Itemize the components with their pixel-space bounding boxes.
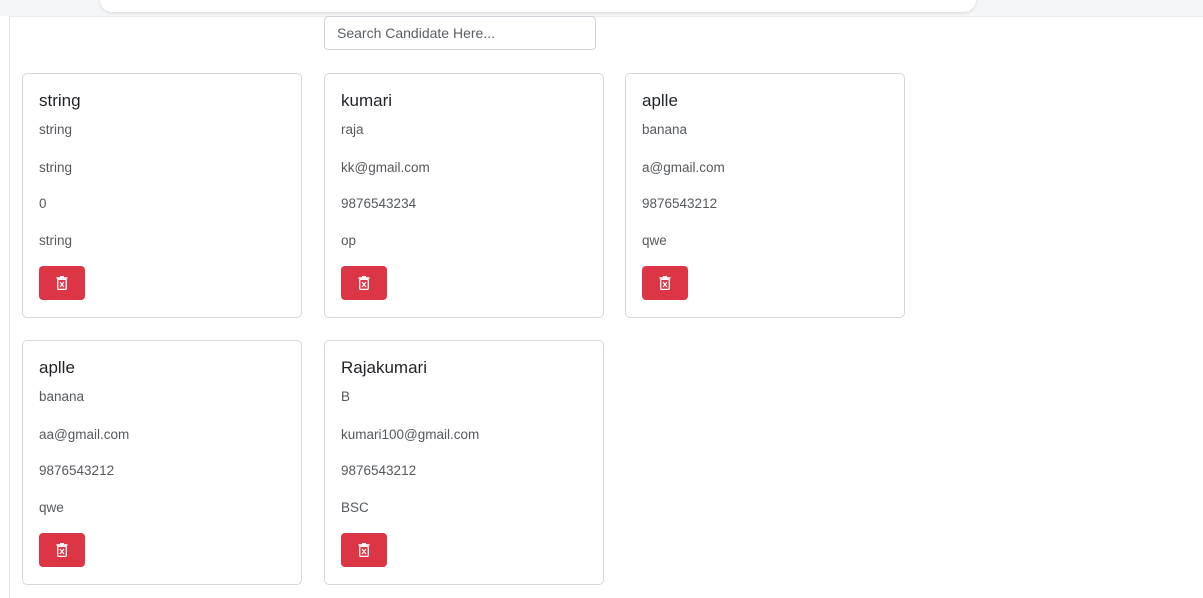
candidate-qualification: op <box>341 233 357 248</box>
candidate-name: string <box>39 91 81 110</box>
candidate-card: aplle banana a@gmail.com 9876543212 qwe <box>625 73 905 318</box>
candidate-email: kk@gmail.com <box>341 160 430 175</box>
trash-icon <box>56 543 68 557</box>
delete-button[interactable] <box>642 266 688 300</box>
candidate-name: aplle <box>39 358 75 377</box>
candidate-email: a@gmail.com <box>642 160 725 175</box>
candidate-email: kumari100@gmail.com <box>341 427 480 442</box>
search-input[interactable] <box>324 16 596 50</box>
candidate-phone: 9876543212 <box>39 463 115 478</box>
candidate-name: kumari <box>341 91 393 110</box>
candidate-name: aplle <box>642 91 678 110</box>
candidate-qualification: string <box>39 233 73 248</box>
trash-icon <box>56 276 68 290</box>
candidate-card: Rajakumari B kumari100@gmail.com 9876543… <box>324 340 604 585</box>
delete-button[interactable] <box>341 266 387 300</box>
delete-button[interactable] <box>39 533 85 567</box>
candidate-qualification: qwe <box>642 233 667 248</box>
candidate-email: string <box>39 160 73 175</box>
candidate-phone: 0 <box>39 196 47 211</box>
candidate-phone: 9876543212 <box>642 196 718 211</box>
candidate-card: aplle banana aa@gmail.com 9876543212 qwe <box>22 340 302 585</box>
candidate-email: aa@gmail.com <box>39 427 130 442</box>
candidate-phone: 9876543212 <box>341 463 417 478</box>
candidate-field: banana <box>39 389 85 404</box>
candidate-qualification: qwe <box>39 500 64 515</box>
candidate-field: string <box>39 122 73 137</box>
trash-icon <box>358 543 370 557</box>
candidate-card: string string string 0 string <box>22 73 302 318</box>
candidate-name: Rajakumari <box>341 358 427 377</box>
top-bar <box>0 0 1203 16</box>
trash-icon <box>659 276 671 290</box>
delete-button[interactable] <box>341 533 387 567</box>
candidate-field: banana <box>642 122 688 137</box>
trash-icon <box>358 276 370 290</box>
candidate-phone: 9876543234 <box>341 196 417 211</box>
candidate-field: B <box>341 389 351 404</box>
navbar-edge <box>100 0 976 12</box>
candidate-field: raja <box>341 122 364 137</box>
candidate-qualification: BSC <box>341 500 369 515</box>
delete-button[interactable] <box>39 266 85 300</box>
candidate-card: kumari raja kk@gmail.com 9876543234 op <box>324 73 604 318</box>
